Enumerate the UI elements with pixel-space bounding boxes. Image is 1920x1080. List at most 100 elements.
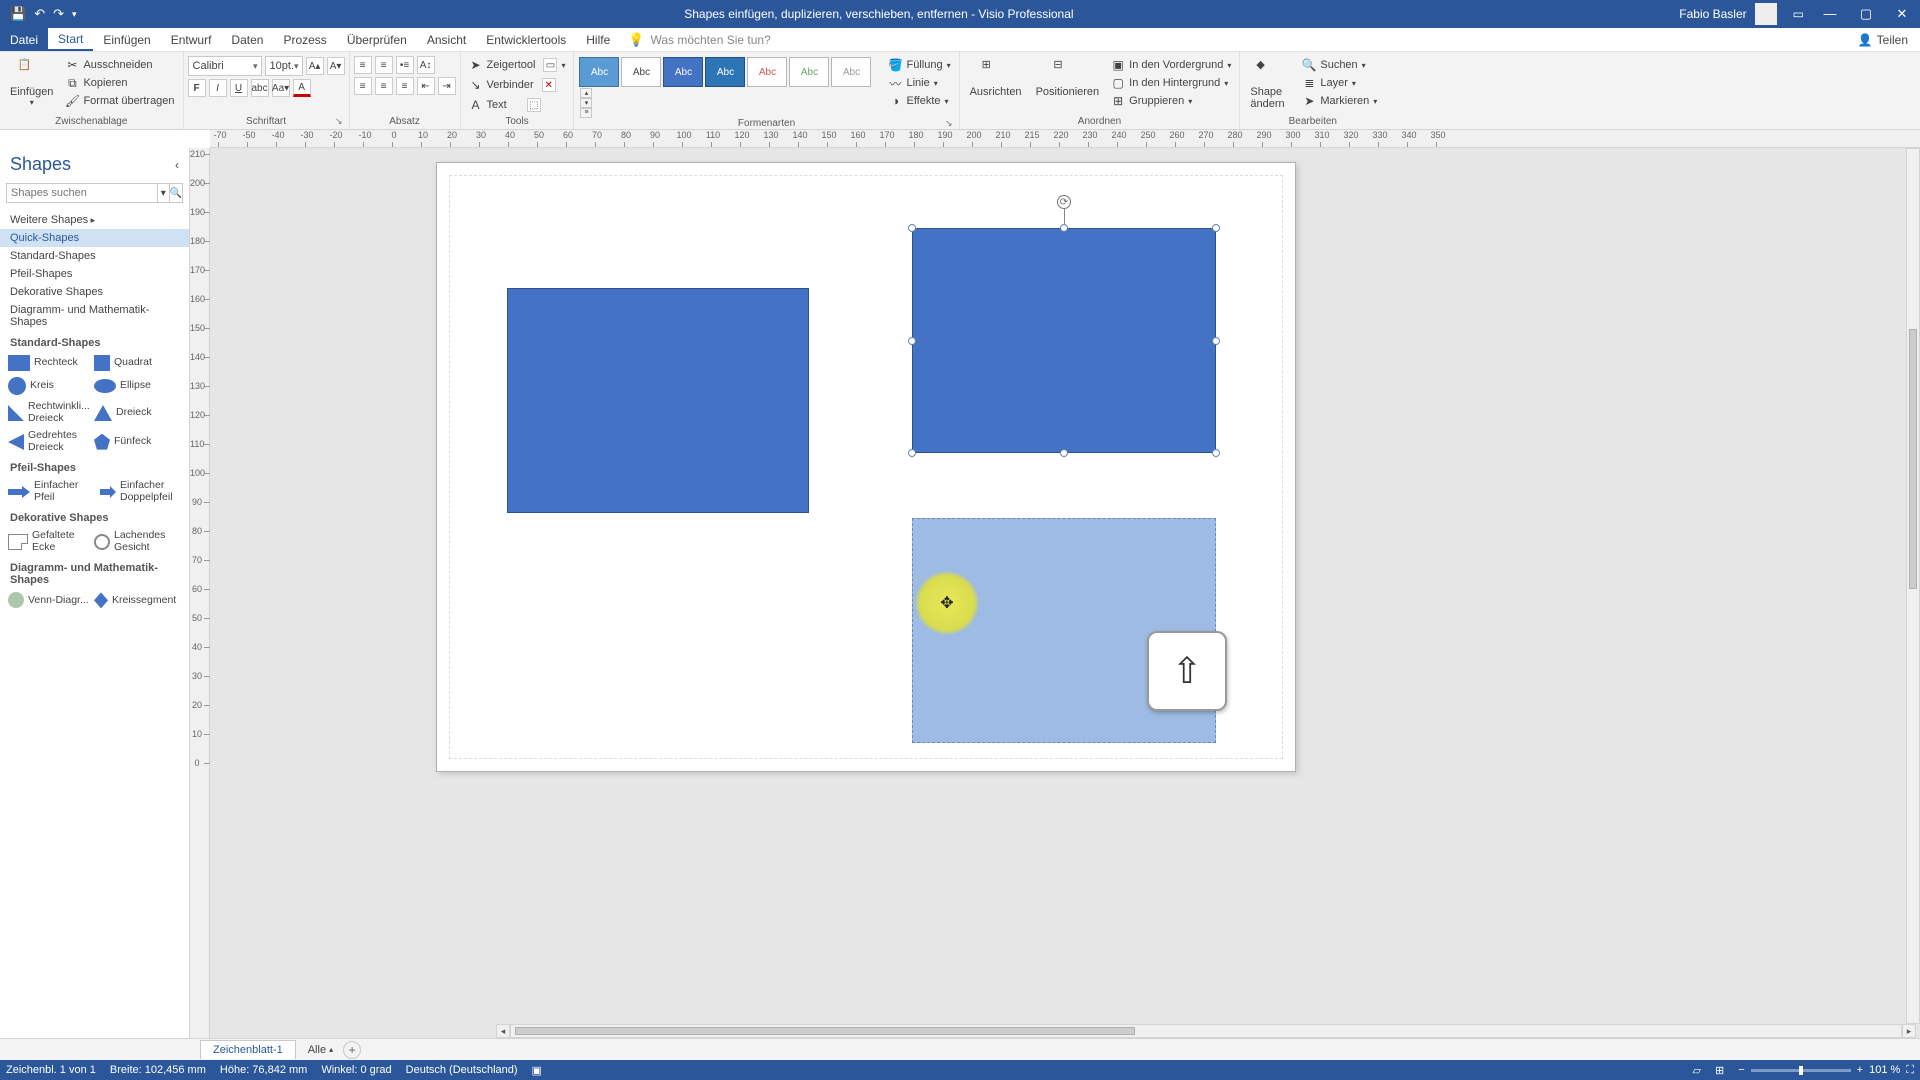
italic-button[interactable]: I <box>209 79 227 97</box>
layer-button[interactable]: ≣Layer▾ <box>1298 74 1381 92</box>
share-button[interactable]: 👤 Teilen <box>1846 33 1920 47</box>
vertical-scrollbar[interactable] <box>1906 148 1920 1024</box>
shape-quadrat[interactable]: Quadrat <box>92 352 178 374</box>
maximize-icon[interactable]: ▢ <box>1848 6 1884 22</box>
shape-kreis[interactable]: Kreis <box>6 374 92 398</box>
selection-handle[interactable] <box>1212 337 1220 345</box>
style-variant[interactable]: Abc <box>621 57 661 87</box>
align-middle-icon[interactable]: ≡ <box>375 56 393 74</box>
rotation-handle[interactable]: ⟳ <box>1057 195 1071 209</box>
shape-kreissegment[interactable]: Kreissegment <box>92 589 178 611</box>
user-avatar[interactable] <box>1755 3 1777 25</box>
font-size-select[interactable]: 10pt. <box>265 56 303 76</box>
style-variant[interactable]: Abc <box>579 57 619 87</box>
font-launcher-icon[interactable]: ↘ <box>335 116 343 127</box>
canvas[interactable]: ⟳ ✥ ⇧ ◂ ▸ <box>210 148 1920 1038</box>
tab-design[interactable]: Entwurf <box>161 28 222 51</box>
sheet-all-selector[interactable]: Alle▴ <box>298 1044 343 1056</box>
bullets-icon[interactable]: •≡ <box>396 56 414 74</box>
select-button[interactable]: ➤Markieren▾ <box>1298 92 1381 110</box>
rectangle-tool-icon[interactable]: ▭ <box>543 58 557 72</box>
style-gallery[interactable]: Abc Abc Abc Abc Abc Abc Abc ▴ ▾ ≡ <box>578 56 878 118</box>
undo-icon[interactable]: ↶ <box>34 6 45 22</box>
style-variant[interactable]: Abc <box>663 57 703 87</box>
shape-ellipse[interactable]: Ellipse <box>92 374 178 398</box>
effects-button[interactable]: ◑Effekte▾ <box>884 92 954 110</box>
zoom-slider[interactable] <box>1751 1069 1851 1072</box>
find-button[interactable]: 🔍Suchen▾ <box>1298 56 1381 74</box>
tab-process[interactable]: Prozess <box>273 28 336 51</box>
copy-button[interactable]: ⧉Kopieren <box>61 74 178 92</box>
sheet-tab-1[interactable]: Zeichenblatt-1 <box>200 1040 296 1059</box>
cut-button[interactable]: ✂Ausschneiden <box>61 56 178 74</box>
align-left-icon[interactable]: ≡ <box>354 77 372 95</box>
style-variant[interactable]: Abc <box>831 57 871 87</box>
gallery-up-icon[interactable]: ▴ <box>580 88 592 98</box>
send-back-button[interactable]: ▢In den Hintergrund▾ <box>1107 74 1235 92</box>
align-center-icon[interactable]: ≡ <box>375 77 393 95</box>
ribbon-display-icon[interactable]: ▭ <box>1793 7 1804 21</box>
tab-review[interactable]: Überprüfen <box>337 28 417 51</box>
strike-button[interactable]: abc <box>251 79 269 97</box>
shape-gefaltete-ecke[interactable]: Gefaltete Ecke <box>6 527 92 556</box>
tab-start[interactable]: Start <box>48 28 93 51</box>
gallery-down-icon[interactable]: ▾ <box>580 98 592 108</box>
horizontal-scrollbar[interactable] <box>510 1024 1902 1038</box>
shape-dreieck[interactable]: Dreieck <box>92 398 178 427</box>
tab-devtools[interactable]: Entwicklertools <box>476 28 576 51</box>
shape-einfacher-pfeil[interactable]: Einfacher Pfeil <box>6 477 92 506</box>
text-block-icon[interactable]: ⬚ <box>527 98 541 112</box>
presentation-mode-icon[interactable]: ▱ <box>1693 1064 1701 1077</box>
tell-me-search[interactable]: 💡 Was möchten Sie tun? <box>628 32 770 48</box>
drawing-page[interactable]: ⟳ ✥ ⇧ <box>436 162 1296 772</box>
shapes-search-input[interactable] <box>6 183 158 203</box>
zoom-out-icon[interactable]: − <box>1738 1064 1744 1076</box>
selection-handle[interactable] <box>908 224 916 232</box>
selection-handle[interactable] <box>908 449 916 457</box>
save-icon[interactable]: 💾 <box>10 6 26 22</box>
selection-handle[interactable] <box>908 337 916 345</box>
font-color-button[interactable]: A <box>293 79 311 97</box>
tab-data[interactable]: Daten <box>221 28 273 51</box>
shape-gedrehtes-dreieck[interactable]: Gedrehtes Dreieck <box>6 427 92 456</box>
tab-help[interactable]: Hilfe <box>576 28 620 51</box>
hscroll-left-icon[interactable]: ◂ <box>496 1024 510 1038</box>
group-button[interactable]: ⊞Gruppieren▾ <box>1107 92 1235 110</box>
shape-lachendes-gesicht[interactable]: Lachendes Gesicht <box>92 527 178 556</box>
zoom-in-icon[interactable]: + <box>1857 1064 1863 1076</box>
style-variant[interactable]: Abc <box>747 57 787 87</box>
selection-handle[interactable] <box>1060 449 1068 457</box>
minimize-icon[interactable]: — <box>1812 6 1848 22</box>
hscroll-right-icon[interactable]: ▸ <box>1902 1024 1916 1038</box>
connection-point-icon[interactable]: ✕ <box>542 78 556 92</box>
gallery-more-icon[interactable]: ≡ <box>580 108 592 118</box>
style-variant[interactable]: Abc <box>705 57 745 87</box>
bring-front-button[interactable]: ▣In den Vordergrund▾ <box>1107 56 1235 74</box>
shape-venn[interactable]: Venn-Diagr... <box>6 589 92 611</box>
zoom-slider-thumb[interactable] <box>1799 1066 1803 1075</box>
connector-tool-button[interactable]: ↘Verbinder✕ <box>465 76 560 94</box>
case-button[interactable]: Aa▾ <box>272 79 290 97</box>
selection-handle[interactable] <box>1212 224 1220 232</box>
more-shapes-link[interactable]: Weitere Shapes <box>0 211 189 229</box>
change-shape-button[interactable]: ◆Shape ändern <box>1244 56 1296 112</box>
vscroll-thumb[interactable] <box>1909 329 1917 589</box>
cat-quick-shapes[interactable]: Quick-Shapes <box>0 229 189 247</box>
macro-record-icon[interactable]: ▣ <box>532 1064 542 1077</box>
fit-window-icon[interactable]: ⛶ <box>1906 1064 1914 1077</box>
shape-rechtwinklig-dreieck[interactable]: Rechtwinkli... Dreieck <box>6 398 92 427</box>
user-name[interactable]: Fabio Basler <box>1679 7 1746 21</box>
tab-insert[interactable]: Einfügen <box>93 28 160 51</box>
align-button[interactable]: ⊞Ausrichten <box>964 56 1028 100</box>
line-button[interactable]: 〰Linie▾ <box>884 74 954 92</box>
pointer-tool-button[interactable]: ➤Zeigertool▭▾ <box>465 56 570 74</box>
styles-launcher-icon[interactable]: ↘ <box>945 118 953 129</box>
font-name-select[interactable]: Calibri <box>188 56 262 76</box>
collapse-panel-icon[interactable]: ‹ <box>175 158 179 172</box>
align-top-icon[interactable]: ≡ <box>354 56 372 74</box>
underline-button[interactable]: U <box>230 79 248 97</box>
redo-icon[interactable]: ↷ <box>53 6 64 22</box>
fit-page-icon[interactable]: ⊞ <box>1715 1064 1724 1077</box>
paste-button[interactable]: 📋 Einfügen ▾ <box>4 56 59 109</box>
canvas-rectangle-2-selected[interactable] <box>912 228 1216 453</box>
